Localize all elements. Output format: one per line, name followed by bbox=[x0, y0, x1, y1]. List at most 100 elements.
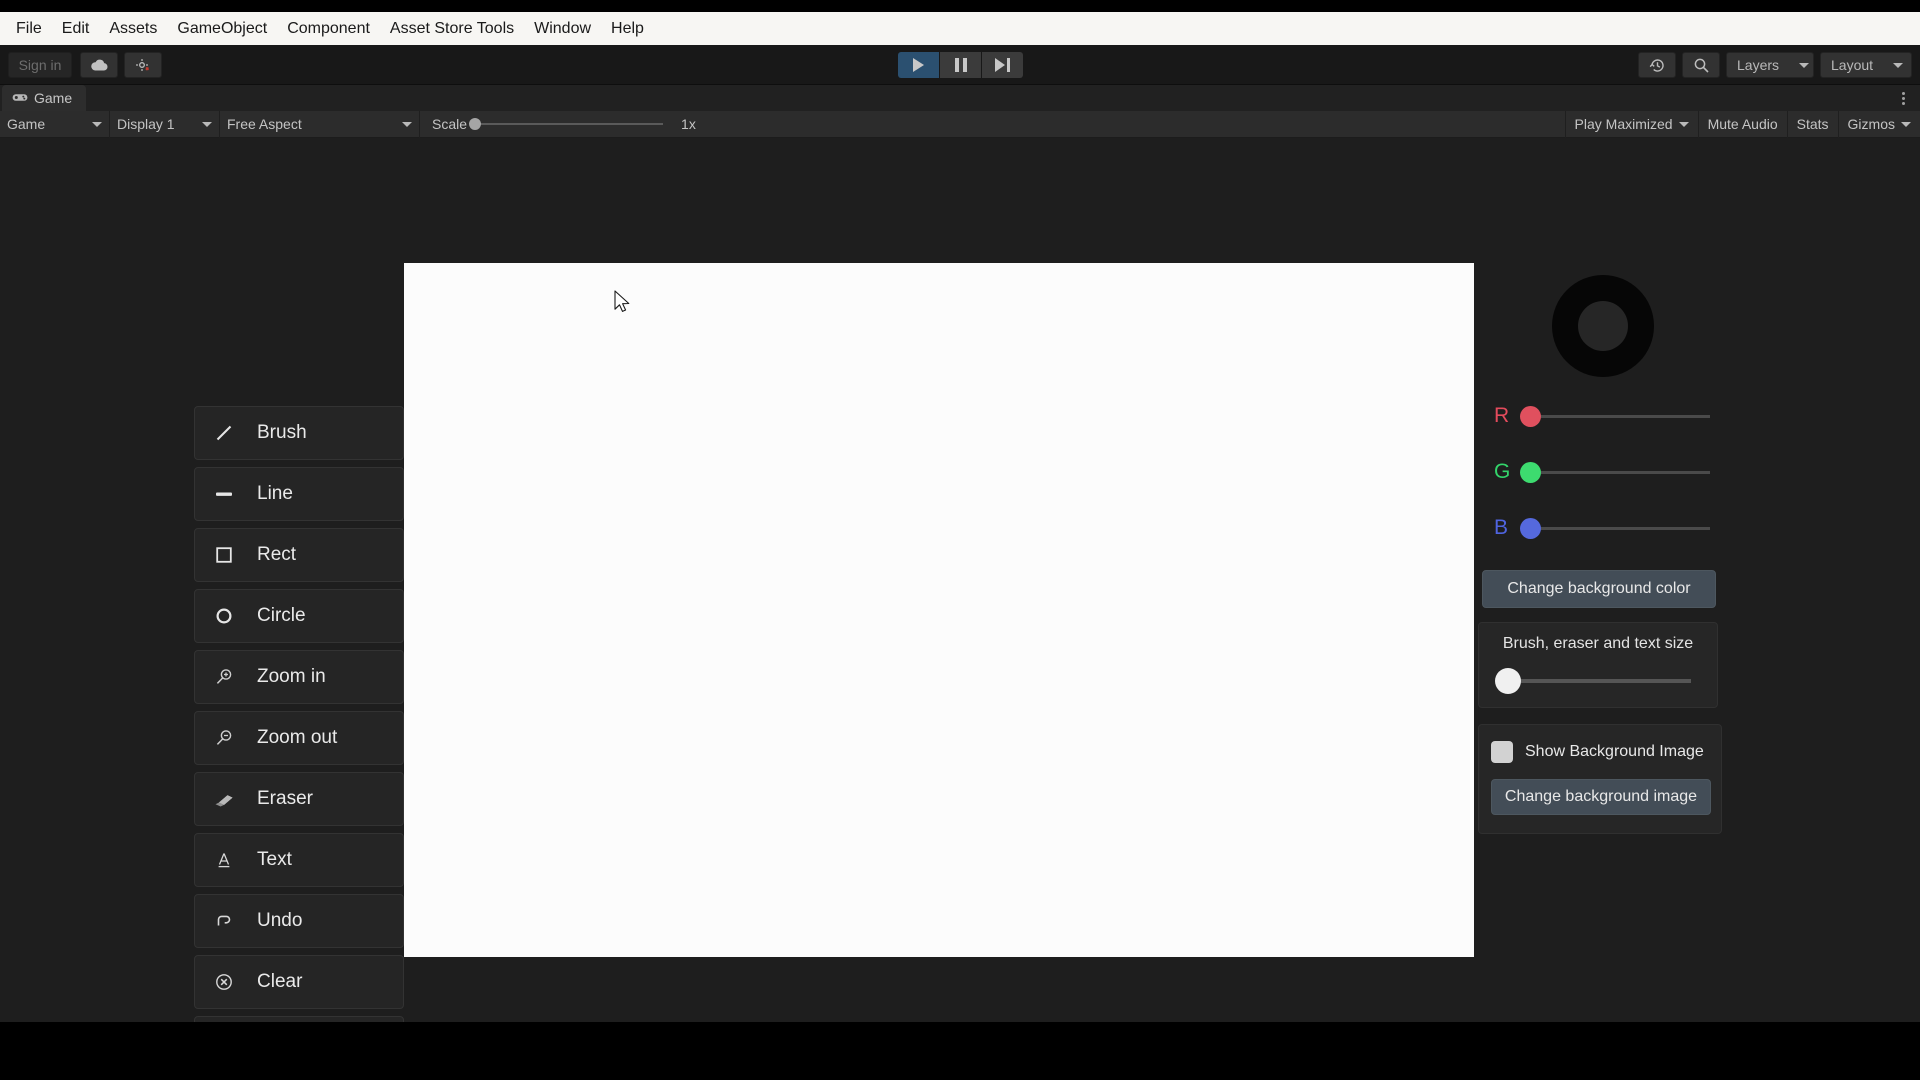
chevron-down-icon bbox=[402, 121, 412, 127]
blue-slider-handle[interactable] bbox=[1520, 517, 1541, 539]
blue-slider[interactable] bbox=[1520, 517, 1710, 539]
tool-label: Line bbox=[257, 483, 293, 504]
menu-gameobject[interactable]: GameObject bbox=[167, 16, 277, 42]
menu-edit[interactable]: Edit bbox=[52, 16, 100, 42]
paint-canvas[interactable] bbox=[404, 263, 1474, 957]
change-background-image-button[interactable]: Change background image bbox=[1491, 779, 1711, 815]
play-maximized-dropdown[interactable]: Play Maximized bbox=[1564, 110, 1698, 138]
tab-game[interactable]: Game bbox=[2, 85, 87, 111]
play-button[interactable] bbox=[898, 52, 939, 78]
scale-slider-handle[interactable] bbox=[469, 118, 482, 130]
pause-icon bbox=[954, 58, 967, 72]
tool-screenshot[interactable]: Screenshot bbox=[194, 1016, 404, 1022]
search-icon[interactable] bbox=[1682, 52, 1720, 78]
step-button[interactable] bbox=[982, 52, 1023, 78]
menu-assets[interactable]: Assets bbox=[99, 16, 167, 42]
green-slider[interactable] bbox=[1520, 461, 1710, 483]
scale-slider[interactable] bbox=[469, 118, 664, 130]
view-mode-label: Game bbox=[7, 116, 46, 132]
display-dropdown[interactable]: Display 1 bbox=[110, 110, 220, 138]
brush-icon bbox=[213, 422, 235, 444]
channel-label-b: B bbox=[1494, 516, 1509, 539]
chevron-down-icon bbox=[1799, 62, 1810, 68]
tab-strip: Game bbox=[0, 85, 1920, 111]
play-icon bbox=[913, 58, 924, 72]
toolbar-right-group: Layers Layout bbox=[1638, 52, 1912, 78]
gizmos-dropdown[interactable]: Gizmos bbox=[1837, 110, 1920, 138]
sign-in-button[interactable]: Sign in bbox=[8, 52, 72, 78]
text-icon bbox=[213, 849, 235, 871]
tool-zoom-out[interactable]: Zoom out bbox=[194, 711, 404, 765]
play-maximized-label: Play Maximized bbox=[1574, 116, 1673, 132]
aspect-label: Free Aspect bbox=[227, 116, 302, 132]
brush-size-slider[interactable] bbox=[1495, 668, 1691, 694]
account-icon[interactable] bbox=[124, 52, 162, 78]
screen: File Edit Assets GameObject Component As… bbox=[0, 0, 1920, 1080]
brush-size-label: Brush, eraser and text size bbox=[1502, 635, 1694, 652]
view-mode-dropdown[interactable]: Game bbox=[0, 110, 110, 138]
tool-brush[interactable]: Brush bbox=[194, 406, 404, 460]
game-toolbar-right: Play Maximized Mute Audio Stats Gizmos bbox=[1564, 110, 1920, 138]
scale-label: Scale bbox=[432, 116, 468, 132]
menu-help[interactable]: Help bbox=[601, 16, 654, 42]
change-background-color-button[interactable]: Change background color bbox=[1482, 570, 1716, 608]
gizmos-label: Gizmos bbox=[1847, 116, 1895, 132]
channel-label-r: R bbox=[1494, 404, 1510, 427]
mute-audio-toggle[interactable]: Mute Audio bbox=[1697, 110, 1787, 138]
show-background-image-checkbox[interactable] bbox=[1491, 741, 1513, 763]
tool-circle[interactable]: Circle bbox=[194, 589, 404, 643]
aspect-dropdown[interactable]: Free Aspect bbox=[220, 110, 420, 138]
tool-text[interactable]: Text bbox=[194, 833, 404, 887]
red-slider-handle[interactable] bbox=[1520, 405, 1541, 427]
show-background-image-label: Show Background Image bbox=[1525, 743, 1704, 760]
red-slider[interactable] bbox=[1520, 405, 1710, 427]
display-label: Display 1 bbox=[117, 116, 175, 132]
zoom-in-icon bbox=[213, 666, 235, 688]
brush-size-slider-handle[interactable] bbox=[1495, 668, 1521, 694]
layout-dropdown[interactable]: Layout bbox=[1820, 52, 1912, 78]
unity-editor-window: File Edit Assets GameObject Component As… bbox=[0, 12, 1920, 1022]
color-ring-icon bbox=[1552, 274, 1654, 377]
tool-undo[interactable]: Undo bbox=[194, 894, 404, 948]
pause-button[interactable] bbox=[940, 52, 981, 78]
menu-file[interactable]: File bbox=[6, 16, 52, 42]
channel-label-g: G bbox=[1494, 460, 1511, 483]
tool-clear[interactable]: Clear bbox=[194, 955, 404, 1009]
history-icon[interactable] bbox=[1638, 52, 1676, 78]
menu-component[interactable]: Component bbox=[277, 16, 380, 42]
show-background-image-row[interactable]: Show Background Image bbox=[1491, 741, 1721, 763]
tool-zoom-in[interactable]: Zoom in bbox=[194, 650, 404, 704]
menu-window[interactable]: Window bbox=[524, 16, 601, 42]
tool-rect[interactable]: Rect bbox=[194, 528, 404, 582]
mouse-cursor bbox=[614, 290, 630, 312]
tool-label: Text bbox=[257, 849, 292, 870]
tool-line[interactable]: Line bbox=[194, 467, 404, 521]
stats-toggle[interactable]: Stats bbox=[1786, 110, 1838, 138]
rect-icon bbox=[213, 544, 235, 566]
tool-label: Circle bbox=[257, 605, 306, 626]
tool-label: Brush bbox=[257, 422, 307, 443]
layers-label: Layers bbox=[1737, 57, 1780, 73]
layout-label: Layout bbox=[1831, 57, 1874, 73]
chevron-down-icon bbox=[1901, 121, 1911, 127]
scale-value: 1x bbox=[681, 116, 696, 132]
kebab-menu-icon[interactable] bbox=[1896, 89, 1910, 107]
menu-bar: File Edit Assets GameObject Component As… bbox=[0, 12, 1920, 45]
tool-label: Eraser bbox=[257, 788, 313, 809]
tool-label: Zoom out bbox=[257, 727, 338, 748]
clear-icon bbox=[213, 971, 235, 993]
cloud-icon[interactable] bbox=[80, 52, 118, 78]
layers-dropdown[interactable]: Layers bbox=[1726, 52, 1814, 78]
current-color-preview bbox=[1478, 263, 1728, 388]
color-channel-g: G bbox=[1478, 444, 1728, 500]
tool-eraser[interactable]: Eraser bbox=[194, 772, 404, 826]
tool-label: Undo bbox=[257, 910, 303, 931]
tool-palette: Brush Line Rect Circle Zoom in Zoom out … bbox=[194, 406, 404, 1022]
step-icon bbox=[995, 58, 1010, 72]
green-slider-handle[interactable] bbox=[1520, 461, 1541, 483]
menu-asset-store-tools[interactable]: Asset Store Tools bbox=[380, 16, 524, 42]
zoom-out-icon bbox=[213, 727, 235, 749]
color-ring-hole bbox=[1578, 300, 1628, 351]
chevron-down-icon bbox=[1678, 121, 1689, 127]
undo-icon bbox=[213, 910, 235, 932]
